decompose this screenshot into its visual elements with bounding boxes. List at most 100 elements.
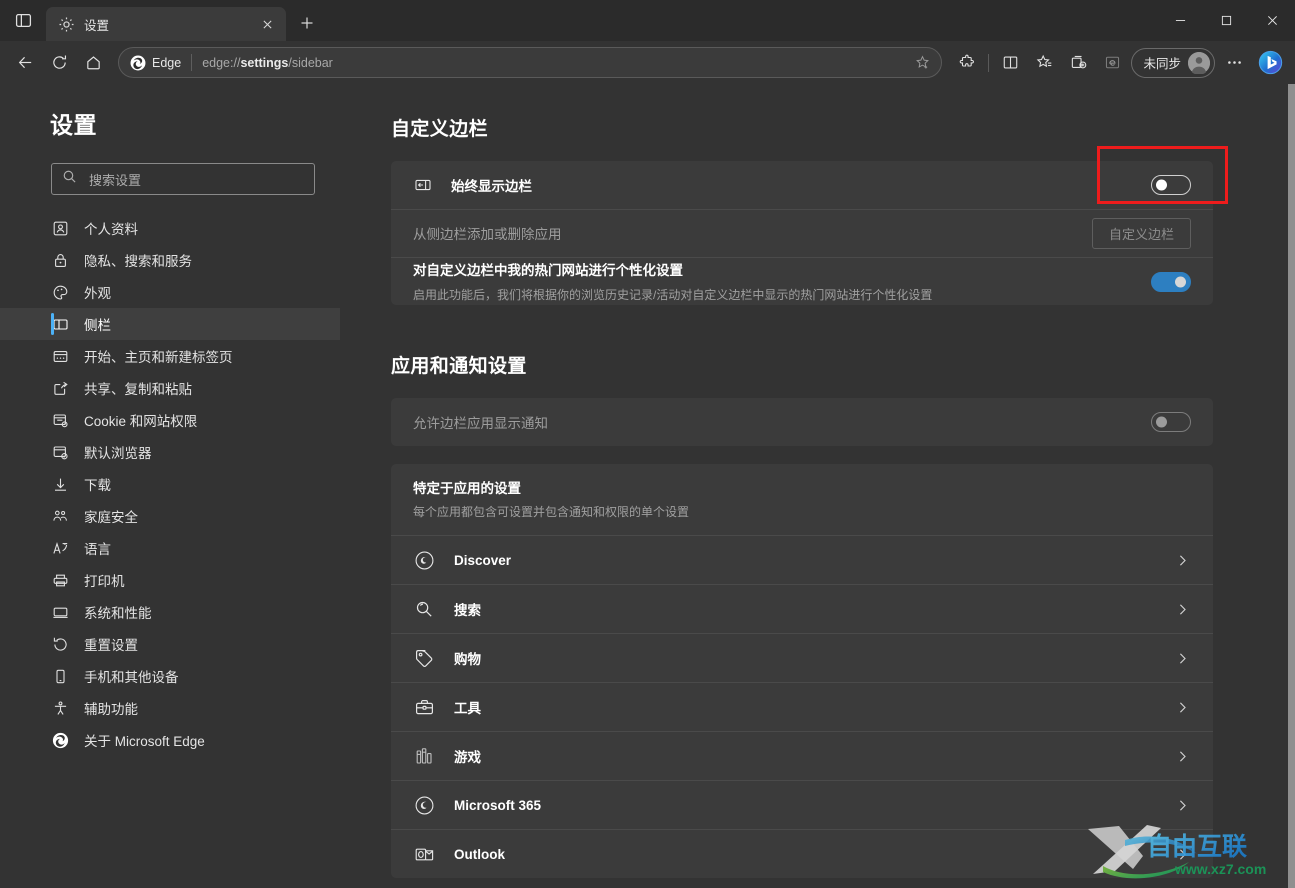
app-name: Discover — [454, 552, 512, 568]
app-row-search[interactable]: 搜索 — [391, 584, 1213, 633]
favorites-star-icon[interactable] — [1027, 46, 1061, 80]
minimize-button[interactable] — [1157, 0, 1203, 41]
gear-icon — [58, 16, 75, 33]
sidebar-item-privacy[interactable]: 隐私、搜索和服务 — [0, 244, 340, 276]
app-settings-title: 特定于应用的设置 — [413, 481, 521, 496]
app-row-tools[interactable]: 工具 — [391, 682, 1213, 731]
toggle-knob — [1156, 179, 1167, 191]
sidebar-item-label: 语言 — [84, 542, 111, 557]
app-row-microsoft-365[interactable]: Microsoft 365 — [391, 780, 1213, 829]
cookie-permissions-icon — [51, 411, 69, 429]
sidebar-item-default-browser[interactable]: 默认浏览器 — [0, 436, 340, 468]
games-icon — [413, 745, 435, 767]
row-allow-sidebar-notifications[interactable]: 允许边栏应用显示通知 — [391, 398, 1213, 446]
card-customize-sidebar: 始终显示边栏 从侧边栏添加或删除应用 自定义边栏 对自定义边栏中我的热门网站进行… — [391, 161, 1213, 305]
ie-mode-icon[interactable] — [1095, 46, 1129, 80]
sidebar-item-reset[interactable]: 重置设置 — [0, 628, 340, 660]
toolbar-divider — [988, 53, 990, 72]
sidebar-item-system-performance[interactable]: 系统和性能 — [0, 596, 340, 628]
sidebar-item-family-safety[interactable]: 家庭安全 — [0, 500, 340, 532]
profile-icon — [51, 219, 69, 237]
close-icon[interactable] — [256, 13, 278, 35]
default-browser-icon — [51, 443, 69, 461]
sidebar-item-printers[interactable]: 打印机 — [0, 564, 340, 596]
refresh-icon[interactable] — [42, 46, 76, 80]
toggle-always-show-sidebar[interactable] — [1151, 175, 1191, 195]
back-arrow-icon[interactable] — [8, 46, 42, 80]
toggle-personalize-top-sites[interactable] — [1151, 271, 1191, 292]
profile-sync-label: 未同步 — [1143, 57, 1181, 71]
sidebar-item-languages[interactable]: 语言 — [0, 532, 340, 564]
sidebar-item-label: 系统和性能 — [84, 606, 152, 621]
page-scrollbar[interactable] — [1288, 84, 1295, 888]
sidebar-item-about-edge[interactable]: 关于 Microsoft Edge — [0, 724, 340, 756]
sidebar-item-profile[interactable]: 个人资料 — [0, 212, 340, 244]
sidebar-item-label: 打印机 — [84, 574, 125, 589]
bing-copilot-icon[interactable] — [1253, 46, 1287, 80]
app-row-shopping[interactable]: 购物 — [391, 633, 1213, 682]
profile-sync-button[interactable]: 未同步 — [1131, 47, 1215, 78]
sidebar-item-label: 重置设置 — [84, 638, 138, 653]
collections-icon[interactable] — [1061, 46, 1095, 80]
accessibility-icon — [51, 699, 69, 717]
sidebar-item-startpage[interactable]: 开始、主页和新建标签页 — [0, 340, 340, 372]
chevron-right-icon — [1173, 600, 1191, 618]
tab-search-icon[interactable] — [0, 0, 46, 41]
app-row-games[interactable]: 游戏 — [391, 731, 1213, 780]
outlook-icon — [413, 843, 435, 865]
more-ellipsis-icon[interactable] — [1217, 46, 1251, 80]
url-prefix: edge:// — [202, 55, 241, 70]
row-title: 允许边栏应用显示通知 — [413, 415, 548, 431]
title-bar: 设置 — [0, 0, 1295, 41]
lock-icon — [51, 251, 69, 269]
home-icon[interactable] — [76, 46, 110, 80]
extensions-puzzle-icon[interactable] — [950, 46, 984, 80]
sidebar-item-phone-devices[interactable]: 手机和其他设备 — [0, 660, 340, 692]
language-icon — [51, 539, 69, 557]
app-row-outlook[interactable]: Outlook — [391, 829, 1213, 878]
toggle-allow-sidebar-notifications[interactable] — [1151, 412, 1191, 432]
add-favorite-star-icon[interactable] — [909, 50, 935, 76]
sidebar-item-share[interactable]: 共享、复制和粘贴 — [0, 372, 340, 404]
sidebar-item-sidebar[interactable]: 侧栏 — [0, 308, 340, 340]
sidebar-item-label: Cookie 和网站权限 — [84, 414, 198, 429]
app-row-discover[interactable]: Discover — [391, 535, 1213, 584]
close-window-button[interactable] — [1249, 0, 1295, 41]
sidebar-item-downloads[interactable]: 下载 — [0, 468, 340, 500]
maximize-button[interactable] — [1203, 0, 1249, 41]
printer-icon — [51, 571, 69, 589]
row-always-show-sidebar[interactable]: 始终显示边栏 — [391, 161, 1213, 209]
sidebar-item-label: 个人资料 — [84, 222, 138, 237]
search-settings-input[interactable]: 搜索设置 — [51, 163, 315, 195]
section-heading-app-notifications: 应用和通知设置 — [391, 356, 527, 377]
chevron-right-icon — [1173, 551, 1191, 569]
sidebar-item-accessibility[interactable]: 辅助功能 — [0, 692, 340, 724]
new-tab-button[interactable] — [290, 6, 324, 40]
sidebar-item-label: 辅助功能 — [84, 702, 138, 717]
customize-sidebar-button[interactable]: 自定义边栏 — [1091, 218, 1191, 249]
row-description: 启用此功能后，我们将根据你的浏览历史记录/活动对自定义边栏中显示的热门网站进行个… — [413, 287, 933, 302]
sidebar-panel-icon — [413, 175, 433, 195]
sidebar-item-label: 隐私、搜索和服务 — [84, 254, 192, 269]
sidebar-item-appearance[interactable]: 外观 — [0, 276, 340, 308]
edge-badge-label: Edge — [152, 55, 182, 70]
sidebar-item-cookies[interactable]: Cookie 和网站权限 — [0, 404, 340, 436]
phone-devices-icon — [51, 667, 69, 685]
row-label-wrapper: 从侧边栏添加或删除应用 — [413, 223, 1092, 244]
browser-toolbar: Edge edge://settings/sidebar 未同步 — [0, 41, 1295, 84]
sidebar-item-label: 共享、复制和粘贴 — [84, 382, 192, 397]
card-app-specific-settings: 特定于应用的设置 每个应用都包含可设置并包含通知和权限的单个设置 Discove… — [391, 464, 1213, 879]
address-bar[interactable]: Edge edge://settings/sidebar — [118, 47, 943, 78]
tab-settings[interactable]: 设置 — [46, 7, 286, 41]
app-name: 游戏 — [454, 750, 481, 766]
split-screen-icon[interactable] — [993, 46, 1027, 80]
sidebar-panel-icon — [51, 315, 69, 333]
row-add-remove-apps: 从侧边栏添加或删除应用 自定义边栏 — [391, 209, 1213, 257]
chevron-right-icon — [1173, 698, 1191, 716]
app-name: 购物 — [454, 652, 481, 668]
row-personalize-top-sites[interactable]: 对自定义边栏中我的热门网站进行个性化设置 启用此功能后，我们将根据你的浏览历史记… — [391, 257, 1213, 305]
toggle-knob — [1156, 416, 1167, 428]
app-settings-description: 每个应用都包含可设置并包含通知和权限的单个设置 — [413, 505, 690, 519]
settings-content: 自定义边栏 始终显示边栏 从侧边栏添加或删除应用 自定义边栏 对自定义边栏中我的… — [340, 84, 1295, 888]
chevron-right-icon — [1173, 845, 1191, 863]
